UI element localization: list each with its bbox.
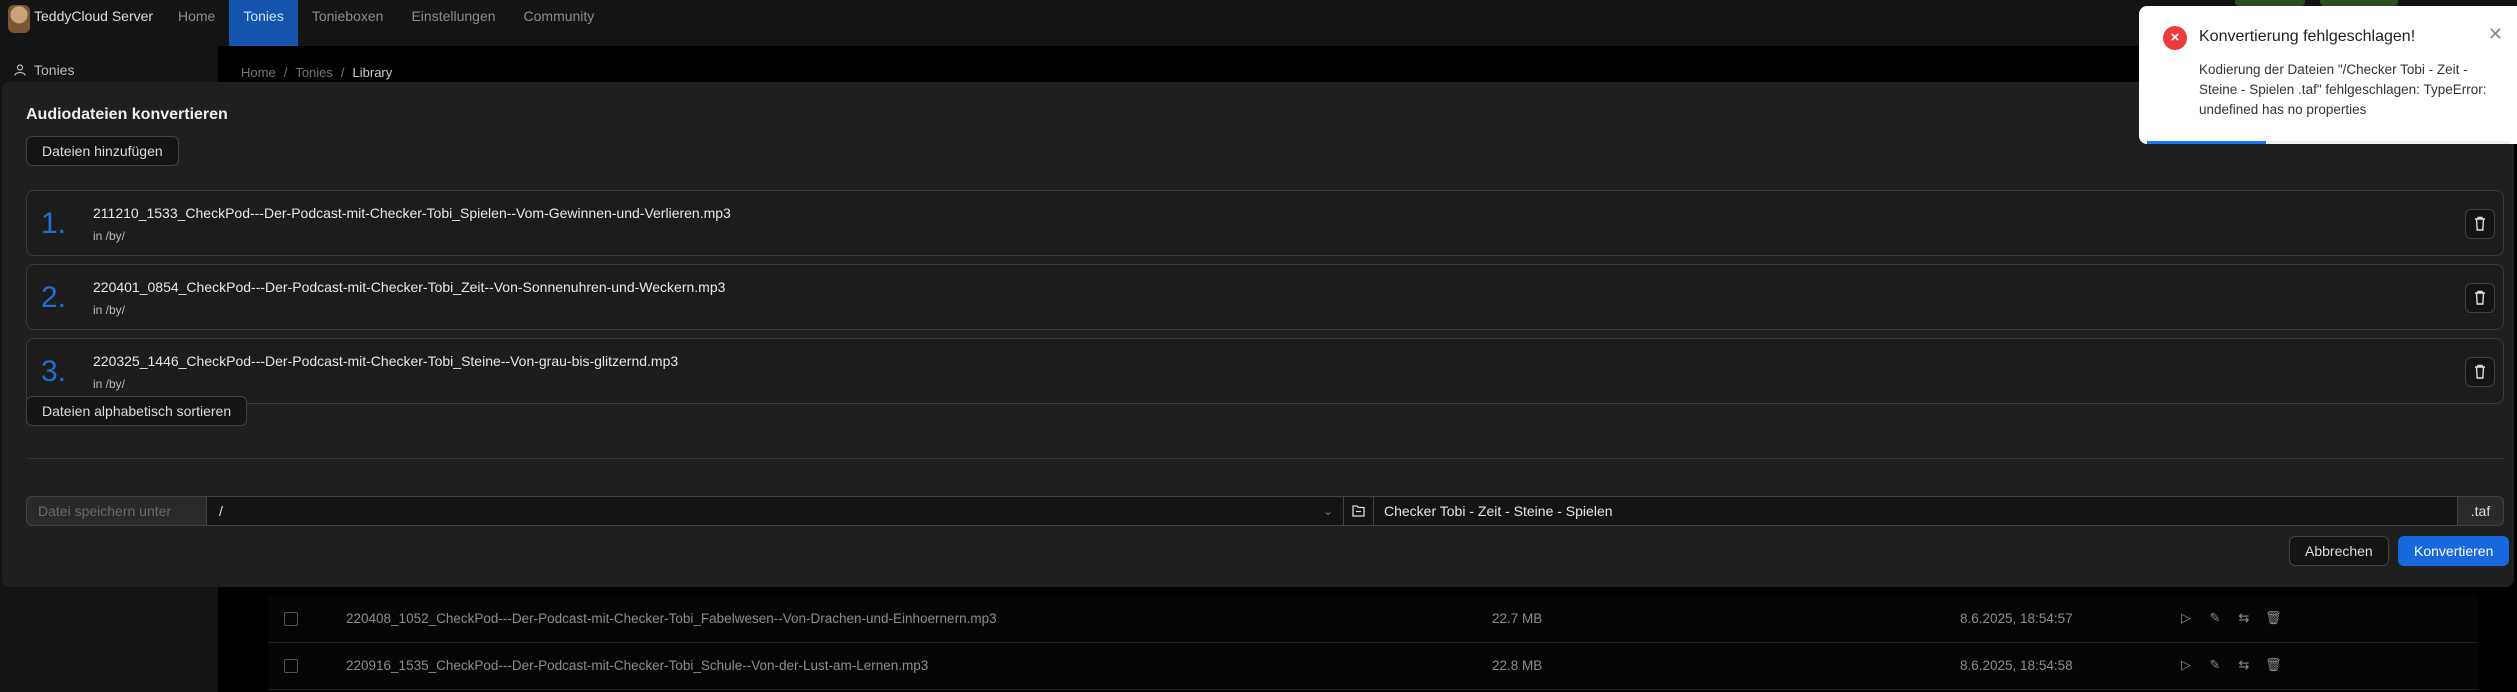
- nav-tonies[interactable]: Tonies: [229, 0, 298, 46]
- file-path: in /by/: [93, 377, 126, 391]
- delete-icon[interactable]: 🗑: [2265, 610, 2282, 626]
- modal-title: Audiodateien konvertieren: [26, 106, 228, 123]
- table-row: 220408_1052_CheckPod---Der-Podcast-mit-C…: [268, 596, 2478, 643]
- row-date: 8.6.2025, 18:54:57: [1960, 611, 2073, 626]
- breadcrumb-library: Library: [352, 65, 393, 80]
- main-nav: Home Tonies Tonieboxen Einstellungen Com…: [164, 0, 608, 46]
- delete-file-button[interactable]: [2465, 209, 2495, 239]
- folder-icon: [1352, 505, 1365, 517]
- convert-button[interactable]: Konvertieren: [2398, 536, 2510, 566]
- delete-file-button[interactable]: [2465, 357, 2495, 387]
- file-item[interactable]: 2. 220401_0854_CheckPod---Der-Podcast-mi…: [26, 264, 2504, 330]
- error-icon: ×: [2163, 26, 2187, 50]
- error-notification: × Konvertierung fehlgeschlagen! Kodierun…: [2139, 6, 2517, 144]
- save-path-value: /: [219, 503, 223, 519]
- file-item[interactable]: 3. 220325_1446_CheckPod---Der-Podcast-mi…: [26, 338, 2504, 404]
- save-under-label: Datei speichern unter: [26, 496, 207, 526]
- row-filename[interactable]: 220916_1535_CheckPod---Der-Podcast-mit-C…: [346, 658, 928, 673]
- file-number: 3.: [41, 355, 67, 388]
- notification-title: Konvertierung fehlgeschlagen!: [2199, 28, 2416, 45]
- row-actions: ▷ ✎ ⇆ 🗑: [2178, 657, 2282, 673]
- teddycloud-logo[interactable]: [8, 5, 30, 33]
- convert-audio-modal: Audiodateien konvertieren Dateien hinzuf…: [2, 82, 2514, 587]
- row-checkbox[interactable]: [284, 659, 298, 673]
- file-table: 220408_1052_CheckPod---Der-Podcast-mit-C…: [268, 596, 2478, 690]
- edit-icon[interactable]: ✎: [2207, 657, 2223, 673]
- breadcrumb: Home / Tonies / Library: [241, 65, 393, 80]
- folder-button[interactable]: [1343, 496, 1374, 526]
- chevron-down-icon: ⌄: [1322, 504, 1333, 518]
- sidebar-item-label: Tonies: [34, 62, 75, 78]
- user-icon: [14, 64, 26, 76]
- row-actions: ▷ ✎ ⇆ 🗑: [2178, 610, 2282, 626]
- extension-label: .taf: [2457, 496, 2504, 526]
- trash-icon: [2475, 216, 2485, 231]
- file-name: 220325_1446_CheckPod---Der-Podcast-mit-C…: [93, 353, 679, 369]
- nav-tonieboxen[interactable]: Tonieboxen: [298, 0, 398, 46]
- save-location-bar: Datei speichern unter / ⌄ .taf: [26, 496, 2504, 526]
- play-icon[interactable]: ▷: [2178, 657, 2194, 673]
- move-icon[interactable]: ⇆: [2236, 610, 2252, 626]
- sort-alphabetically-button[interactable]: Dateien alphabetisch sortieren: [26, 396, 248, 426]
- file-path: in /by/: [93, 229, 126, 243]
- file-name: 211210_1533_CheckPod---Der-Podcast-mit-C…: [93, 205, 731, 221]
- file-number: 1.: [41, 207, 67, 240]
- breadcrumb-home[interactable]: Home: [241, 65, 276, 80]
- breadcrumb-tonies[interactable]: Tonies: [295, 65, 333, 80]
- nav-community[interactable]: Community: [510, 0, 609, 46]
- row-filename[interactable]: 220408_1052_CheckPod---Der-Podcast-mit-C…: [346, 611, 997, 626]
- row-size: 22.8 MB: [1492, 658, 1543, 673]
- brand-title[interactable]: TeddyCloud Server: [34, 8, 153, 24]
- close-icon[interactable]: ✕: [2488, 24, 2503, 45]
- notification-progress-fill: [2147, 141, 2267, 144]
- delete-icon[interactable]: 🗑: [2265, 657, 2282, 673]
- sidebar-item-tonies[interactable]: Tonies: [14, 62, 74, 78]
- row-date: 8.6.2025, 18:54:58: [1960, 658, 2073, 673]
- nav-home[interactable]: Home: [164, 0, 229, 46]
- file-item[interactable]: 1. 211210_1533_CheckPod---Der-Podcast-mi…: [26, 190, 2504, 256]
- move-icon[interactable]: ⇆: [2236, 657, 2252, 673]
- cancel-button[interactable]: Abbrechen: [2289, 536, 2389, 566]
- row-size: 22.7 MB: [1492, 611, 1543, 626]
- trash-icon: [2475, 364, 2485, 379]
- play-icon[interactable]: ▷: [2178, 610, 2194, 626]
- table-row: 220916_1535_CheckPod---Der-Podcast-mit-C…: [268, 643, 2478, 690]
- row-checkbox[interactable]: [284, 612, 298, 626]
- notification-progress: [2147, 141, 2509, 144]
- notification-description: Kodierung der Dateien "/Checker Tobi - Z…: [2199, 62, 2487, 117]
- filename-input[interactable]: [1373, 496, 2458, 526]
- file-name: 220401_0854_CheckPod---Der-Podcast-mit-C…: [93, 279, 726, 295]
- trash-icon: [2475, 290, 2485, 305]
- edit-icon[interactable]: ✎: [2207, 610, 2223, 626]
- add-files-button[interactable]: Dateien hinzufügen: [26, 136, 179, 166]
- nav-einstellungen[interactable]: Einstellungen: [397, 0, 509, 46]
- divider: [26, 458, 2504, 459]
- file-path: in /by/: [93, 303, 126, 317]
- save-path-select[interactable]: / ⌄: [206, 496, 1344, 526]
- delete-file-button[interactable]: [2465, 283, 2495, 313]
- file-number: 2.: [41, 281, 67, 314]
